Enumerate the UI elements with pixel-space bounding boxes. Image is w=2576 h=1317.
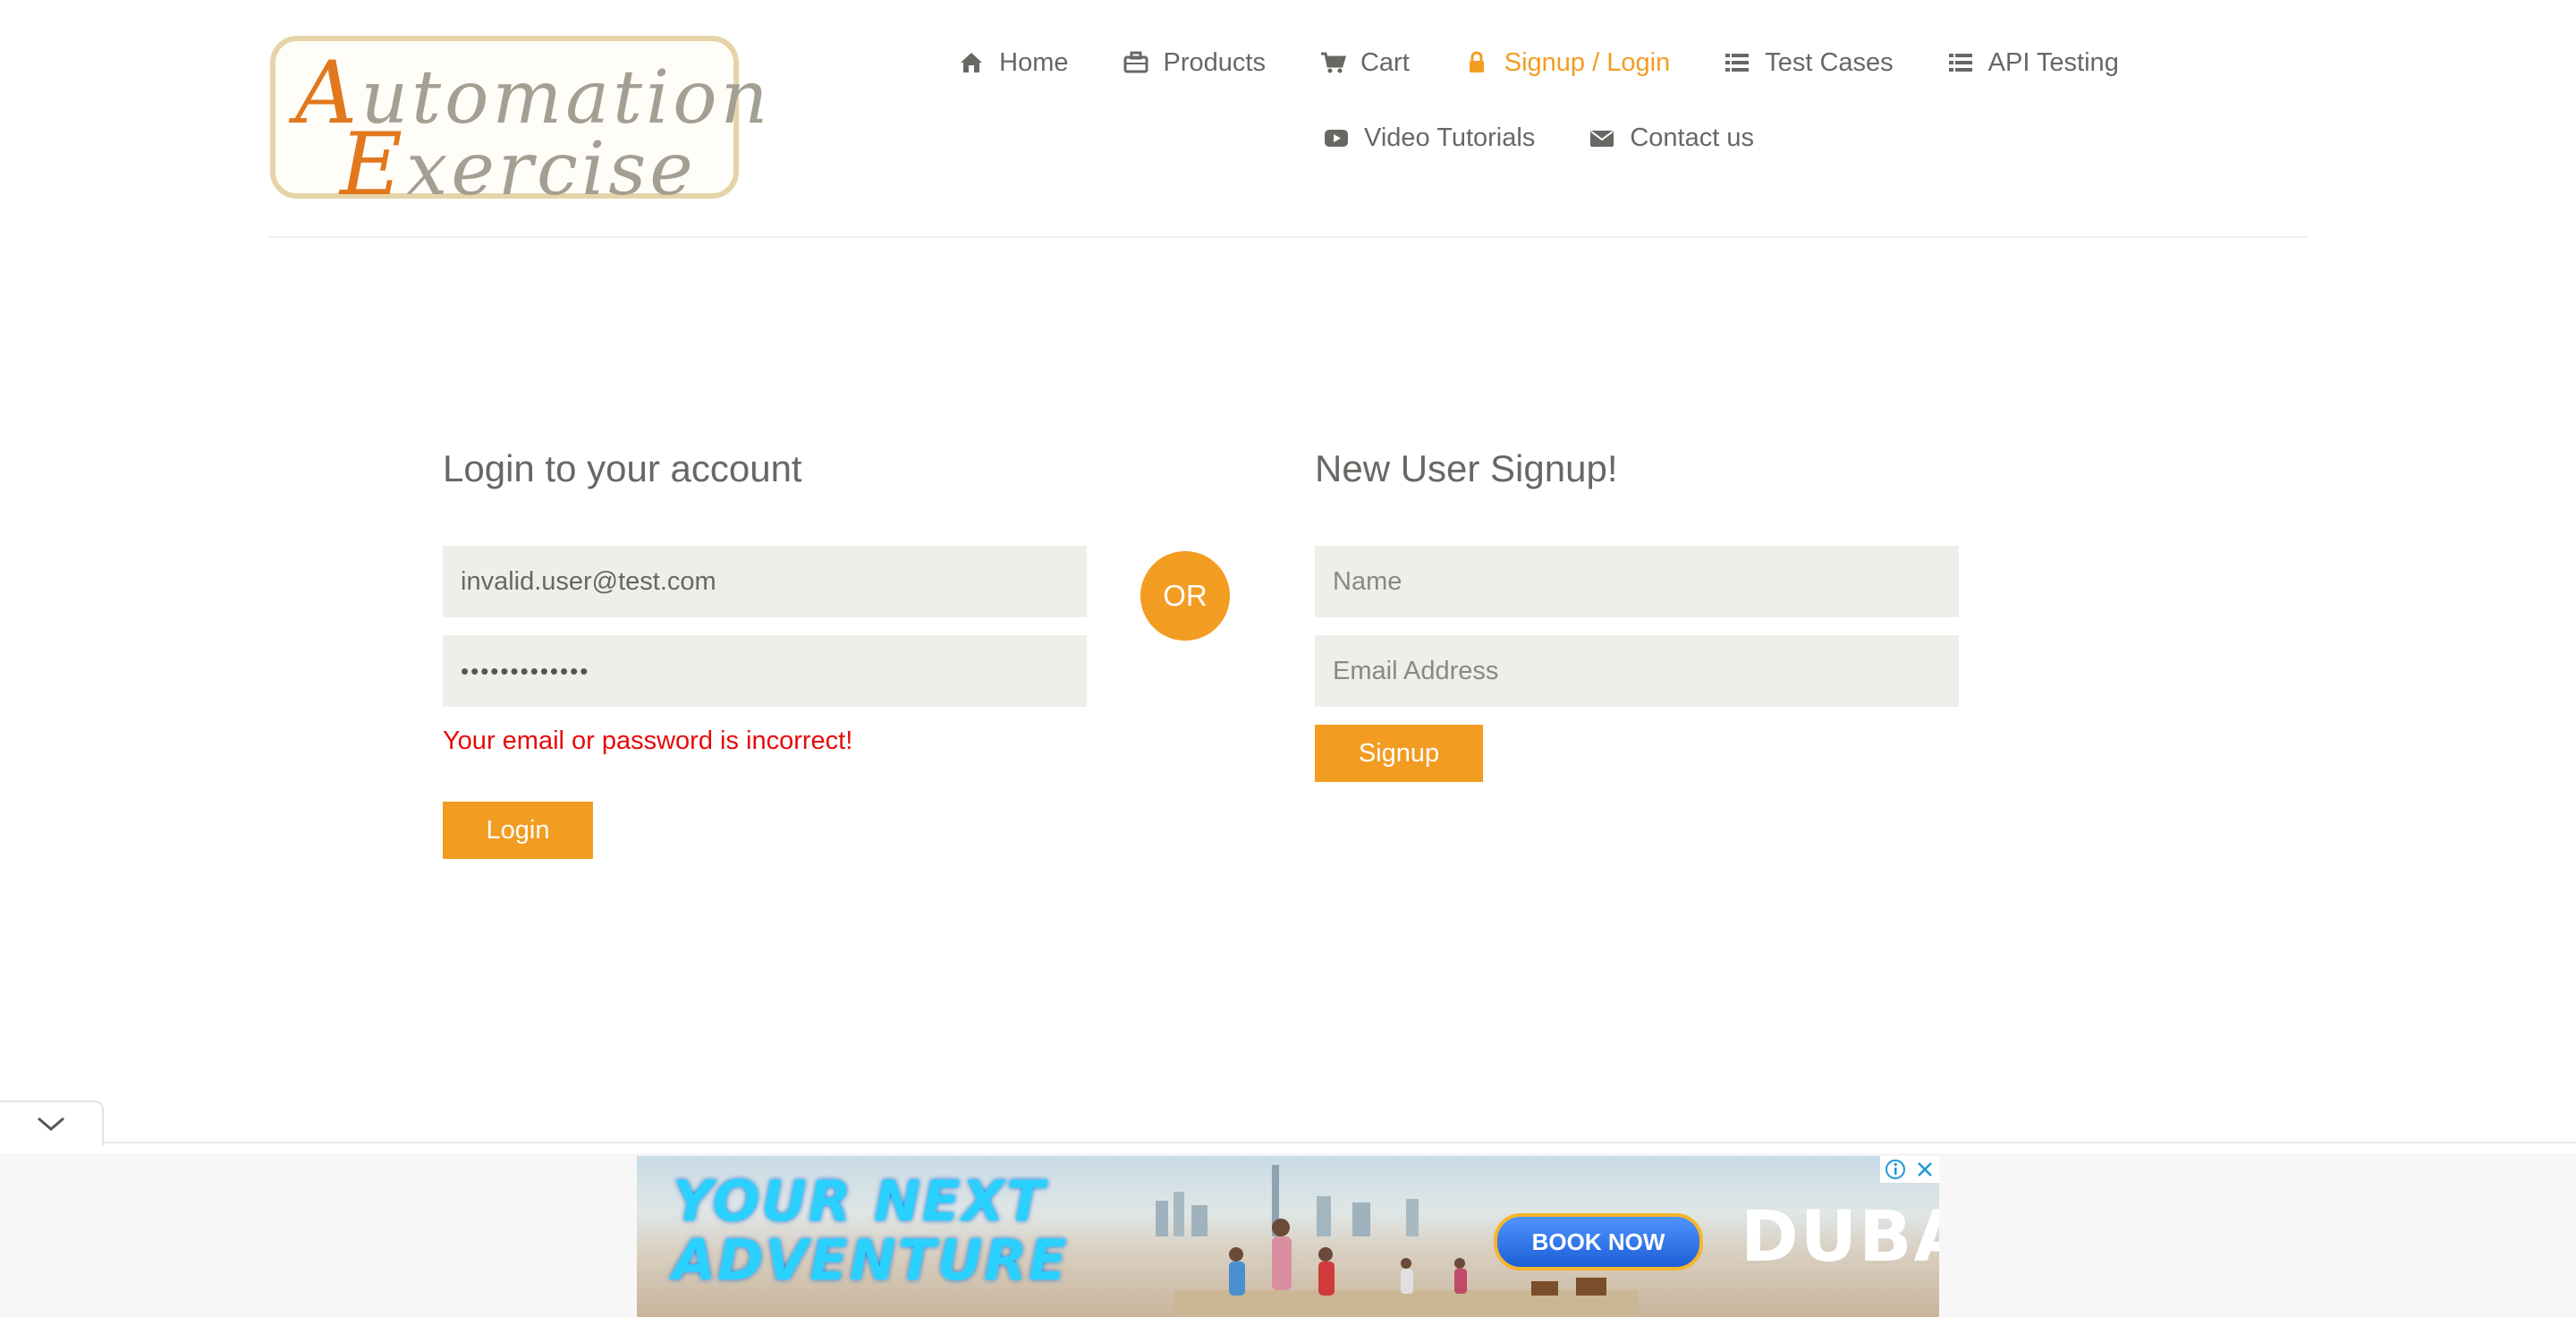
nav-cart[interactable]: Cart [1319, 47, 1410, 79]
login-button[interactable]: Login [443, 802, 593, 859]
login-email-input[interactable] [443, 546, 1087, 617]
ad-controls [1880, 1156, 1939, 1183]
login-error-message: Your email or password is incorrect! [443, 726, 853, 755]
cart-icon [1320, 52, 1346, 73]
page: Automation Exercise Home Products Cart S… [0, 0, 2576, 1317]
nav-label: Signup / Login [1504, 47, 1671, 77]
ad-headline: YOUR NEXT ADVENTURE [673, 1168, 1069, 1293]
ad-brand-logo: DUBAI [1741, 1197, 1939, 1278]
lock-icon [1469, 51, 1484, 72]
nav-label: API Testing [1987, 47, 2119, 77]
chevron-down-icon [38, 1117, 64, 1131]
signup-email-input[interactable] [1315, 635, 1959, 707]
nav-test-cases[interactable]: Test Cases [1724, 47, 1894, 79]
login-title: Login to your account [443, 447, 802, 489]
envelope-icon [1590, 131, 1614, 147]
site-logo[interactable]: Automation Exercise [270, 36, 767, 215]
briefcase-icon [1123, 51, 1148, 73]
list-icon [1948, 54, 1972, 72]
nav-label: Products [1163, 47, 1266, 77]
nav-products[interactable]: Products [1123, 47, 1266, 79]
header-divider [268, 236, 2308, 238]
nav-contact-us[interactable]: Contact us [1589, 122, 1754, 154]
signup-title: New User Signup! [1315, 447, 1618, 489]
nav-home[interactable]: Home [958, 47, 1069, 79]
ad-collapse-tab[interactable] [0, 1100, 104, 1145]
signup-button[interactable]: Signup [1315, 725, 1483, 782]
home-icon [961, 53, 983, 72]
nav-label: Test Cases [1765, 47, 1894, 77]
close-icon[interactable] [1914, 1159, 1936, 1180]
ad-divider [0, 1142, 2576, 1143]
ad-book-now-button[interactable]: BOOK NOW [1494, 1213, 1703, 1270]
nav-label: Video Tutorials [1364, 123, 1536, 152]
ad-banner[interactable]: YOUR NEXT ADVENTURE BOOK NOW DUBAI [637, 1156, 1939, 1317]
list-icon [1725, 54, 1750, 72]
logo-line-2: Exercise [340, 115, 697, 215]
nav-label: Contact us [1630, 123, 1754, 152]
nav-label: Cart [1360, 47, 1410, 77]
ad-choices-icon[interactable] [1884, 1158, 1907, 1181]
signup-name-input[interactable] [1315, 546, 1959, 617]
main-nav: Home Products Cart Signup / Login Test C… [894, 47, 2182, 154]
login-password-input[interactable] [443, 635, 1087, 707]
youtube-play-icon [1325, 130, 1349, 147]
nav-api-testing[interactable]: API Testing [1947, 47, 2119, 79]
nav-signup-login[interactable]: Signup / Login [1463, 47, 1670, 79]
nav-video-tutorials[interactable]: Video Tutorials [1323, 122, 1535, 154]
nav-label: Home [999, 47, 1069, 77]
or-badge: OR [1140, 551, 1230, 641]
